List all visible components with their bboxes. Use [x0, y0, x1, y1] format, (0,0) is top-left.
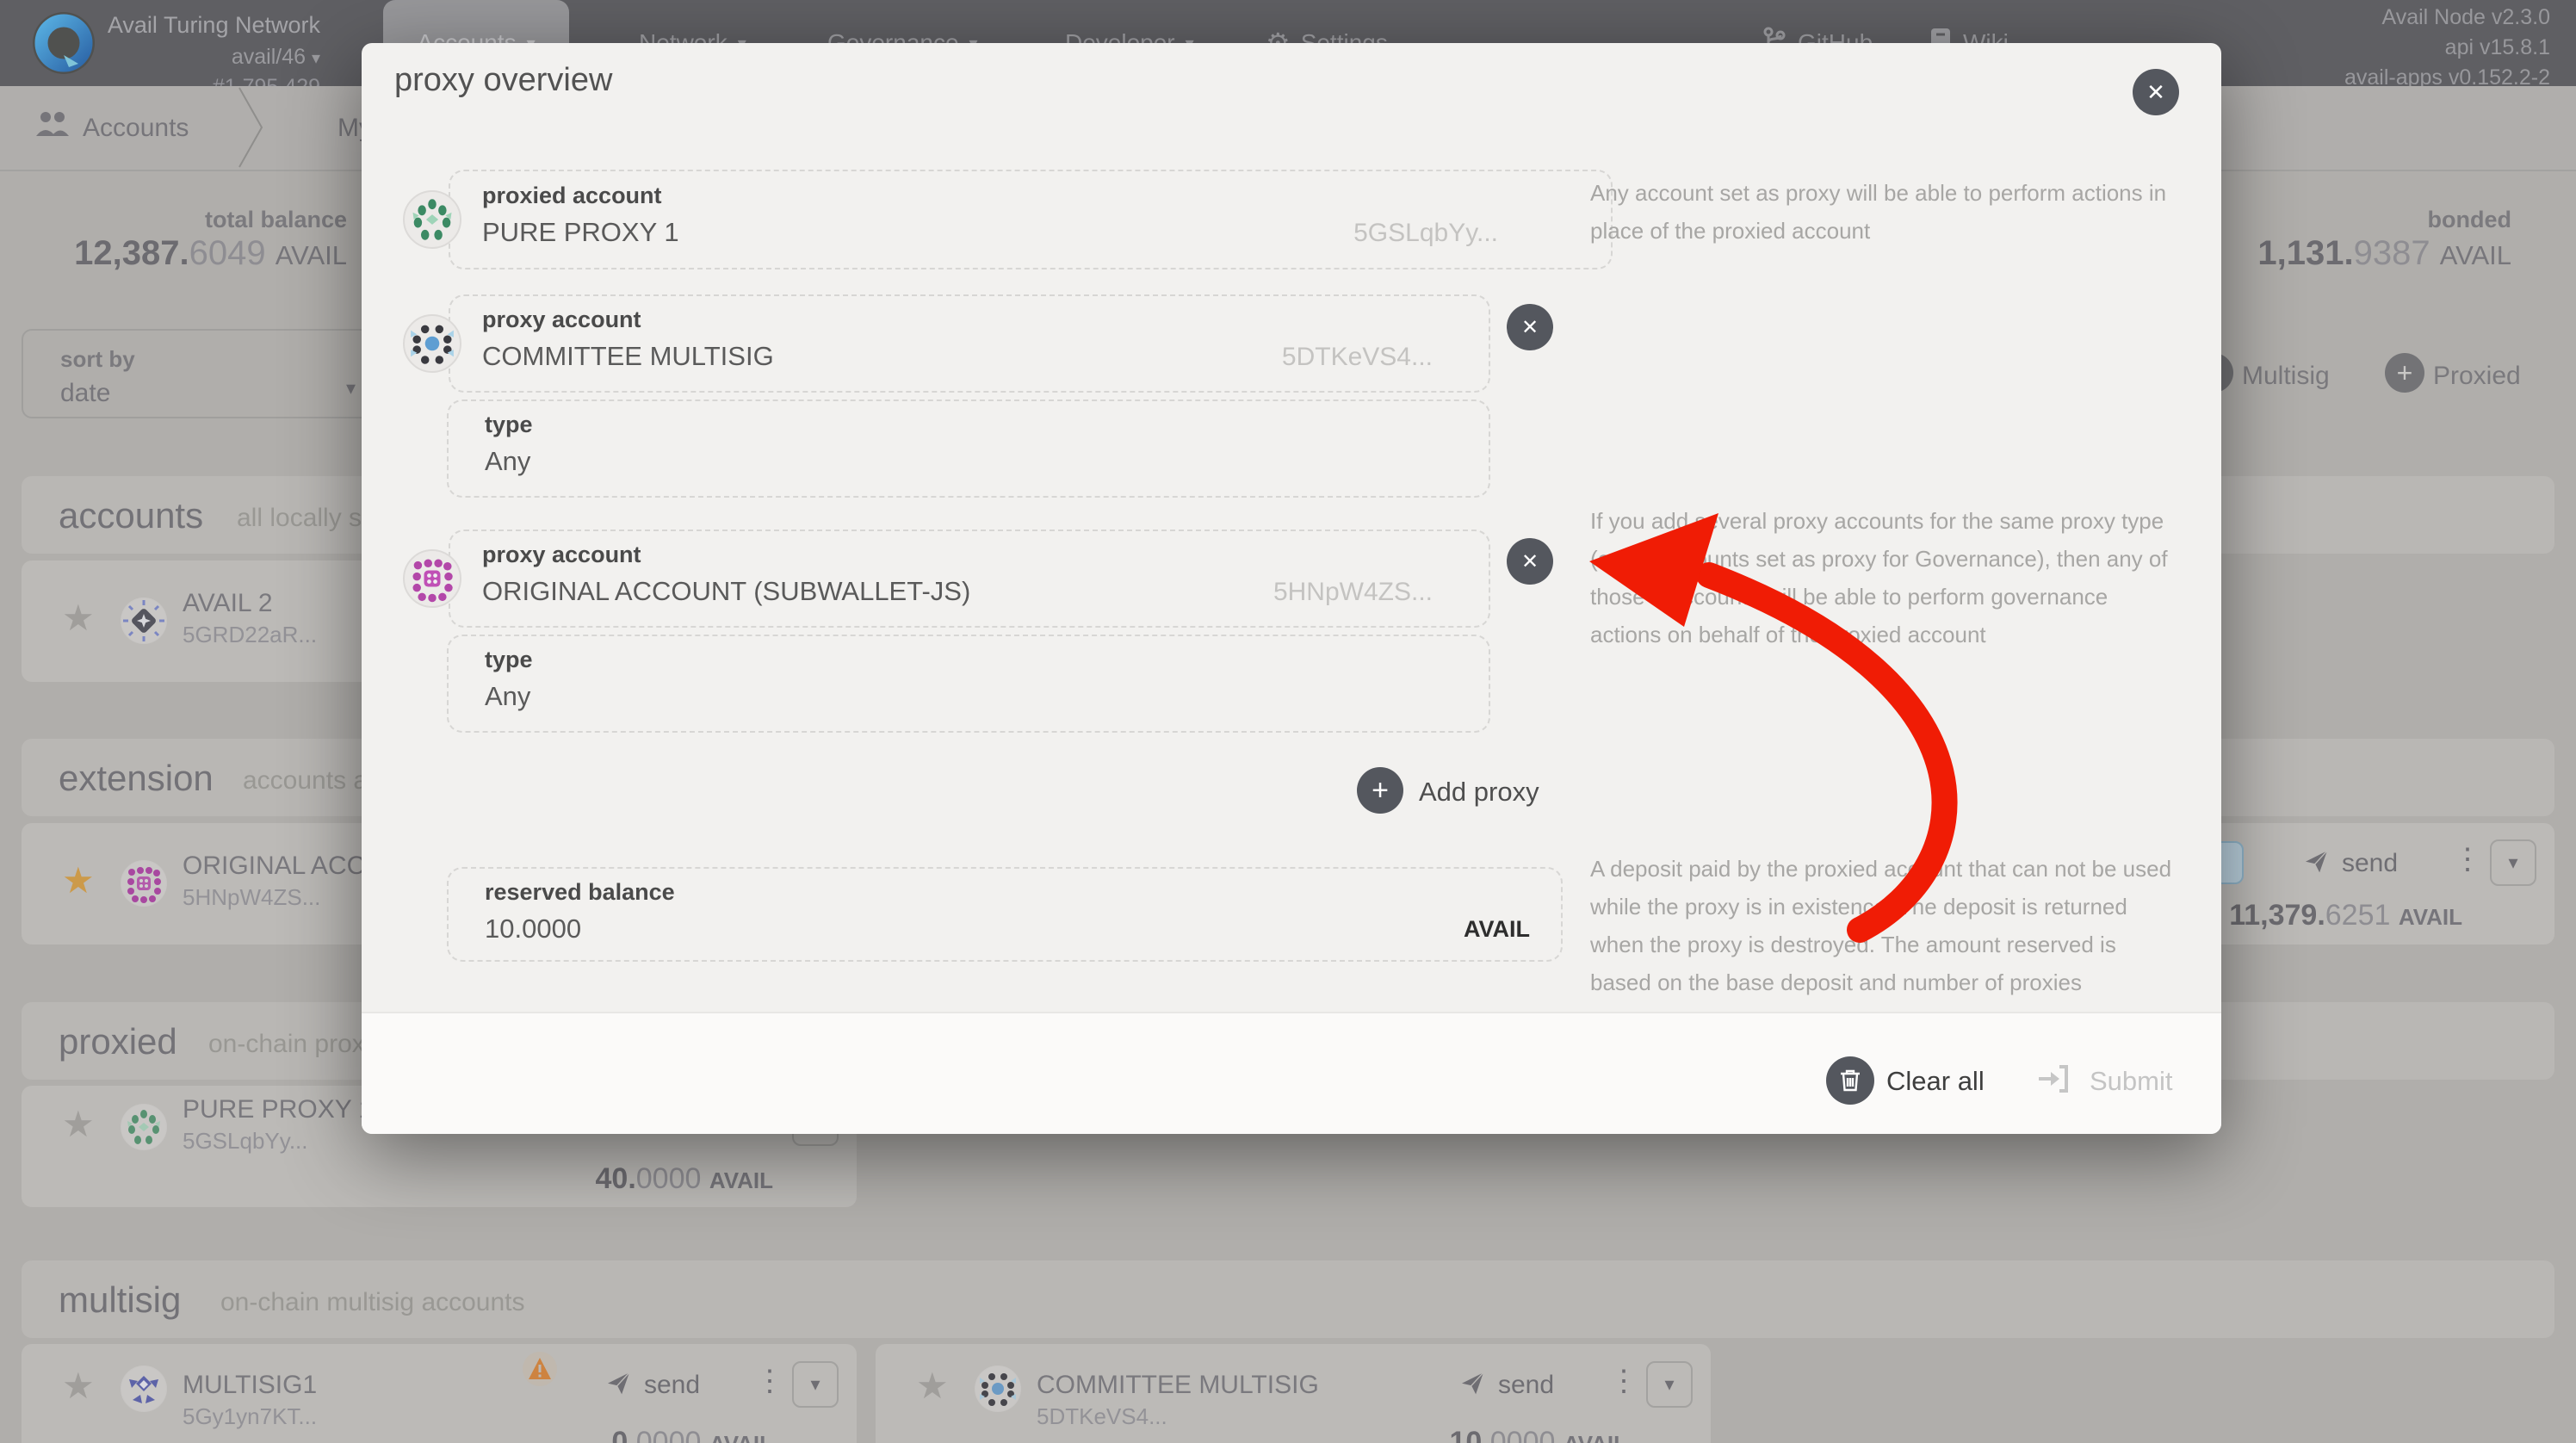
chevron-separator [234, 86, 269, 173]
send-icon[interactable] [2300, 847, 2331, 881]
reserved-balance-value: 10.0000 [485, 913, 581, 944]
proxy-overview-modal: proxy overview ✕ proxied account PURE PR… [362, 43, 2221, 1134]
account-balance: 10.0000 AVAIL [1111, 1426, 1627, 1443]
favorite-star-icon[interactable]: ★ [916, 1368, 949, 1404]
send-icon[interactable] [1457, 1369, 1488, 1403]
identicon-pure-proxy [403, 190, 461, 249]
account-card-committee: ★ COMMITTEE MULTISIG 5DTKeVS4... send ⋮ … [876, 1344, 1711, 1443]
proxy-account-address: 5HNpW4ZS... [1140, 578, 1433, 607]
network-brand[interactable]: Avail Turing Network avail/46 ▾ #1,795,4… [79, 0, 320, 100]
submit-icon [2037, 1063, 2070, 1099]
send-button[interactable]: send [2342, 849, 2398, 878]
proxy-type-field [447, 635, 1490, 733]
close-icon[interactable]: ✕ [2133, 69, 2179, 115]
account-name[interactable]: PURE PROXY 1 [183, 1095, 373, 1124]
remove-proxy-icon[interactable]: ✕ [1507, 538, 1553, 585]
proxy-account-name: COMMITTEE MULTISIG [482, 341, 774, 372]
caret-down-icon: ▾ [312, 49, 320, 68]
reserved-balance-unit: AVAIL [1291, 916, 1530, 943]
account-balance: 40.0000 AVAIL [257, 1162, 773, 1196]
more-options-icon[interactable]: ⋮ [755, 1364, 784, 1398]
help-text-proxy-type: If you add several proxy accounts for th… [1590, 502, 2168, 653]
network-name: Avail Turing Network [79, 12, 320, 39]
favorite-star-icon[interactable]: ★ [62, 1106, 95, 1143]
remove-proxy-icon[interactable]: ✕ [1507, 304, 1553, 350]
chain-spec: avail/46 [232, 45, 306, 69]
submit-button[interactable]: Submit [2090, 1066, 2172, 1097]
screen: Avail Turing Network avail/46 ▾ #1,795,4… [0, 0, 2576, 1443]
account-name[interactable]: MULTISIG1 [183, 1371, 317, 1400]
account-address[interactable]: 5HNpW4ZS... [183, 884, 320, 911]
api-version: api v15.8.1 [2206, 35, 2550, 60]
proxy-type-value: Any [485, 446, 530, 477]
favorite-star-icon[interactable]: ★ [62, 863, 95, 899]
account-address[interactable]: 5GSLqbYy... [183, 1128, 308, 1155]
identicon-original [121, 860, 167, 907]
identicon-avail2 [121, 598, 167, 644]
favorite-star-icon[interactable]: ★ [62, 600, 95, 636]
clear-all-button[interactable]: Clear all [1886, 1066, 1985, 1097]
modal-title: proxy overview [394, 62, 612, 99]
tab-accounts[interactable]: Accounts [83, 114, 189, 143]
multisig-button[interactable]: Multisig [2242, 362, 2330, 391]
add-proxy-button[interactable]: Add proxy [1419, 777, 1539, 808]
accounts-people-icon [34, 110, 71, 144]
account-name[interactable]: AVAIL 2 [183, 589, 273, 618]
account-balance: 0.0000 AVAIL [257, 1426, 773, 1443]
send-button[interactable]: send [1498, 1371, 1554, 1400]
more-options-icon[interactable]: ⋮ [1609, 1364, 1638, 1398]
proxied-button[interactable]: Proxied [2433, 362, 2521, 391]
identicon-original [403, 549, 461, 608]
add-proxied-icon[interactable]: + [2385, 353, 2424, 393]
expand-row-button[interactable]: ▾ [2490, 839, 2536, 886]
proxied-account-name: PURE PROXY 1 [482, 217, 679, 248]
caret-down-icon: ▾ [346, 377, 356, 399]
favorite-star-icon[interactable]: ★ [62, 1368, 95, 1404]
more-options-icon[interactable]: ⋮ [2453, 842, 2482, 876]
proxy-type-value: Any [485, 681, 530, 712]
send-button[interactable]: send [644, 1371, 700, 1400]
help-text-proxied: Any account set as proxy will be able to… [1590, 174, 2166, 250]
total-balance-value: 12,387.6049 AVAIL [22, 234, 347, 273]
modal-footer: Clear all Submit [362, 1012, 2221, 1134]
account-address[interactable]: 5GRD22aR... [183, 622, 317, 648]
expand-row-button[interactable]: ▾ [792, 1361, 839, 1408]
sort-value: date [60, 379, 110, 408]
expand-row-button[interactable]: ▾ [1646, 1361, 1693, 1408]
account-card-multisig1: ★ MULTISIG1 5Gy1yn7KT... send ⋮ ▾ 0.0000… [22, 1344, 857, 1443]
identicon-committee [403, 314, 461, 373]
send-icon[interactable] [603, 1369, 634, 1403]
proxied-account-address: 5GSLqbYy... [1205, 219, 1498, 248]
add-proxy-icon[interactable]: + [1357, 767, 1403, 814]
proxy-account-address: 5DTKeVS4... [1140, 343, 1433, 372]
identicon-multisig1 [121, 1366, 167, 1412]
total-balance-label: total balance [22, 207, 347, 233]
proxy-account-name: ORIGINAL ACCOUNT (SUBWALLET-JS) [482, 576, 970, 607]
warning-icon [521, 1351, 559, 1391]
trash-icon[interactable] [1826, 1056, 1874, 1105]
proxy-type-field [447, 399, 1490, 498]
node-version: Avail Node v2.3.0 [2206, 5, 2550, 30]
account-name[interactable]: COMMITTEE MULTISIG [1037, 1371, 1319, 1400]
version-info: Avail Node v2.3.0 api v15.8.1 avail-apps… [2206, 0, 2550, 90]
section-multisig-header: multisig on-chain multisig accounts [22, 1260, 2554, 1338]
identicon-committee [975, 1366, 1021, 1412]
identicon-pure-proxy [121, 1104, 167, 1150]
help-text-deposit: A deposit paid by the proxied account th… [1590, 850, 2171, 1001]
